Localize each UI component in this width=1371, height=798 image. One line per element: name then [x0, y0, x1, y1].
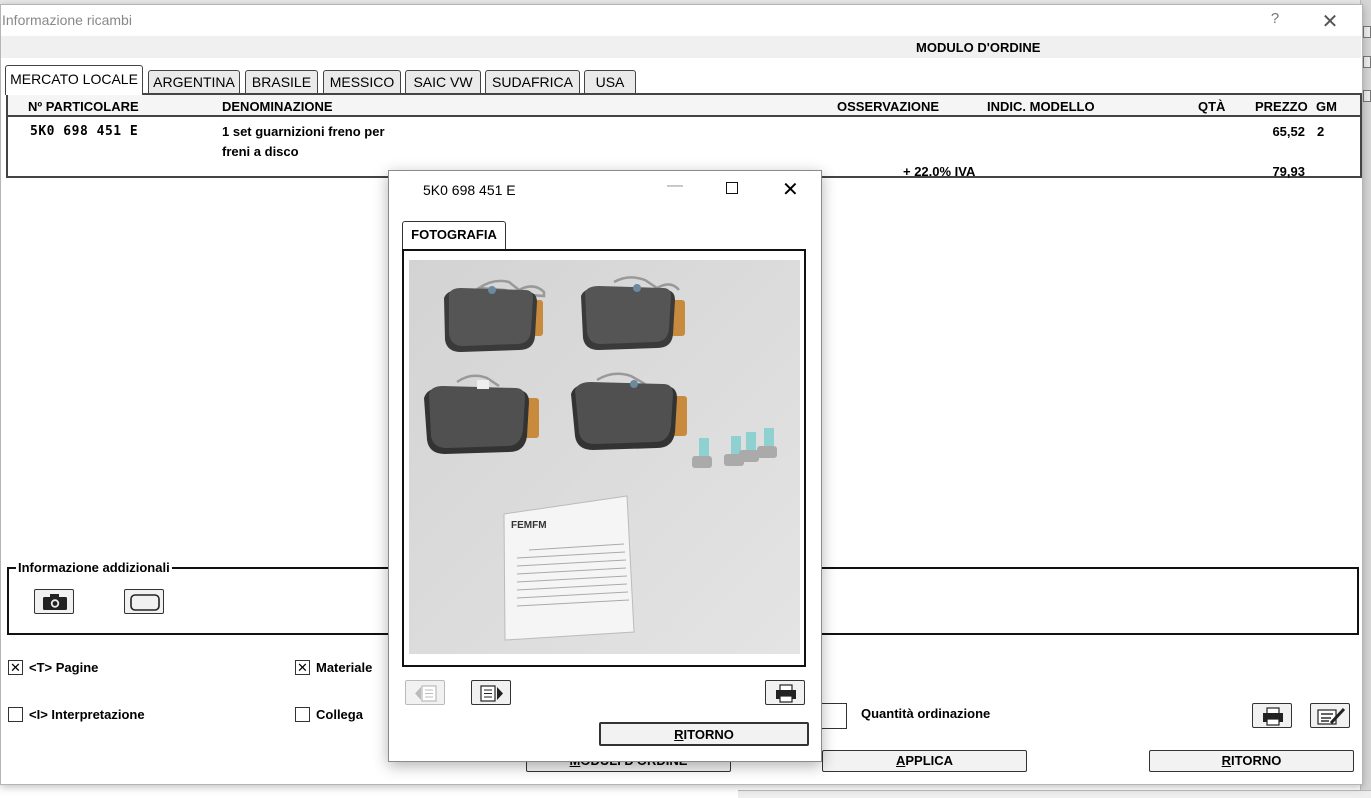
camera-button[interactable]: [34, 589, 74, 614]
header-gm: GM: [1316, 99, 1337, 114]
price-with-vat: 79,93: [1272, 164, 1305, 179]
materiale-label: Materiale: [316, 660, 373, 675]
camera-icon: [43, 594, 67, 610]
tab-brasile[interactable]: BRASILE: [245, 70, 318, 94]
frame-icon: [130, 594, 160, 611]
photo-dialog: 5K0 698 451 E — ✕ FOTOGRAFIA FEMFM RITOR…: [388, 170, 822, 762]
additional-info-label: Informazione addizionali: [16, 560, 172, 575]
background-window-edge: [738, 790, 1371, 798]
tab-usa[interactable]: USA: [584, 70, 636, 94]
tab-fotografia[interactable]: FOTOGRAFIA: [402, 221, 506, 249]
printer-icon: [776, 684, 796, 703]
apply-button[interactable]: APPLICA: [822, 750, 1027, 772]
table-header: Nº PARTICOLARE DENOMINAZIONE OSSERVAZION…: [8, 95, 1360, 117]
header-observation: OSSERVAZIONE: [837, 99, 940, 114]
return-button[interactable]: RITORNO: [1149, 750, 1354, 772]
photo-frame: FEMFM: [402, 249, 806, 667]
price: 65,52: [1272, 124, 1305, 139]
order-form-title: MODULO D'ORDINE: [916, 40, 1041, 55]
pagine-label: <T> Pagine: [29, 660, 99, 675]
tab-argentina[interactable]: ARGENTINA: [148, 70, 240, 94]
header-model: INDIC. MODELLO: [987, 99, 1095, 114]
minimize-icon[interactable]: —: [667, 177, 683, 195]
title-bar: Informazione ricambi ? ✕: [1, 5, 1362, 35]
header-price: PREZZO: [1255, 99, 1308, 114]
tab-sudafrica[interactable]: SUDAFRICA: [485, 70, 580, 94]
tab-mercato-locale[interactable]: MERCATO LOCALE: [5, 65, 143, 95]
part-number: 5K0 698 451 E: [30, 124, 139, 139]
help-button[interactable]: ?: [1263, 10, 1287, 32]
brake-pads-image: FEMFM: [409, 260, 800, 654]
window-title: Informazione ricambi: [2, 12, 132, 28]
tab-messico[interactable]: MESSICO: [323, 70, 401, 94]
frame-button[interactable]: [124, 589, 164, 614]
collega-label: Collega: [316, 707, 363, 722]
previous-button[interactable]: [405, 680, 445, 705]
tab-saic-vw[interactable]: SAIC VW: [405, 70, 481, 94]
collega-check-box: [295, 707, 310, 722]
bg-button: [1363, 26, 1371, 38]
quantity-label: Quantità ordinazione: [861, 706, 991, 721]
header-description: DENOMINAZIONE: [222, 99, 333, 114]
description-line1: 1 set guarnizioni freno per: [222, 124, 385, 139]
header-part-number: Nº PARTICOLARE: [28, 99, 139, 114]
dialog-print-button[interactable]: [765, 680, 805, 705]
header-quantity: QTÀ: [1198, 99, 1226, 114]
materiale-check-mark: ✕: [295, 660, 310, 675]
edit-icon: [1317, 707, 1346, 725]
dialog-close-icon[interactable]: ✕: [782, 177, 799, 202]
gm-value: 2: [1317, 124, 1325, 139]
close-button[interactable]: ✕: [1317, 9, 1343, 33]
vat-label: + 22.0% IVA: [903, 164, 976, 179]
interpretazione-check-box: [8, 707, 23, 722]
dialog-title: 5K0 698 451 E: [423, 182, 516, 198]
parts-table: Nº PARTICOLARE DENOMINAZIONE OSSERVAZION…: [6, 93, 1362, 179]
print-button[interactable]: [1252, 703, 1292, 728]
interpretazione-label: <I> Interpretazione: [29, 707, 145, 722]
bg-button: [1363, 90, 1371, 102]
part-photo: FEMFM: [409, 260, 800, 654]
next-button[interactable]: [471, 680, 511, 705]
description-line2: freni a disco: [222, 144, 299, 159]
printer-icon: [1263, 707, 1283, 726]
leaflet-brand: FEMFM: [511, 520, 547, 531]
order-form-header: MODULO D'ORDINE: [1, 36, 1361, 58]
maximize-icon[interactable]: [726, 182, 738, 194]
quantity-input[interactable]: [821, 703, 847, 729]
next-page-icon: [480, 685, 503, 702]
edit-button[interactable]: [1310, 703, 1350, 728]
pagine-check-mark: ✕: [8, 660, 23, 675]
bg-button: [1363, 56, 1371, 68]
previous-page-icon: [415, 685, 437, 702]
dialog-return-button[interactable]: RITORNO: [599, 722, 809, 746]
